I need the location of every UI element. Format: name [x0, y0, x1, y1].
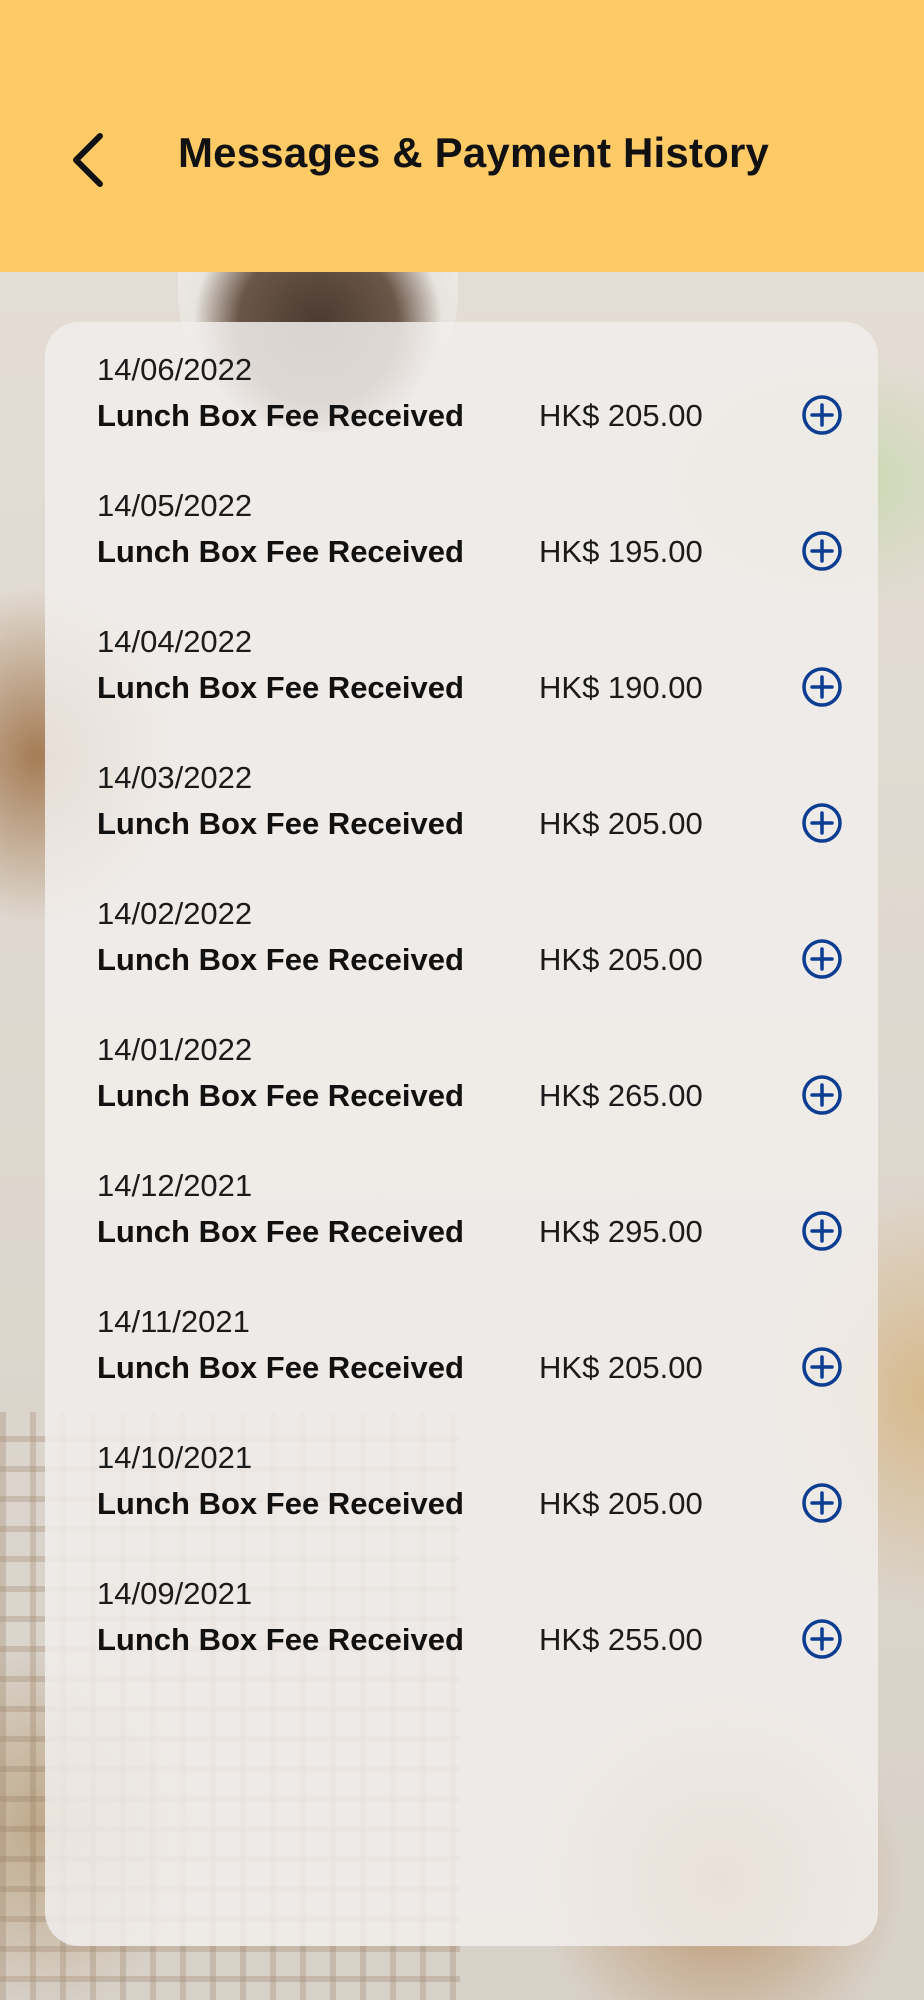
plus-circle-icon: [802, 667, 842, 707]
payment-row: 14/10/2021 Lunch Box Fee Received HK$ 205.…: [97, 1410, 857, 1523]
payment-title: Lunch Box Fee Received: [97, 806, 464, 841]
payment-date: 14/05/2022: [97, 488, 253, 523]
payment-amount: HK$ 205.00: [539, 398, 703, 433]
payment-title: Lunch Box Fee Received: [97, 670, 464, 705]
payment-title: Lunch Box Fee Received: [97, 1214, 464, 1249]
plus-circle-icon: [802, 1075, 842, 1115]
app-header: Messages & Payment History: [0, 0, 924, 272]
payment-title: Lunch Box Fee Received: [97, 1078, 464, 1113]
payment-amount: HK$ 255.00: [539, 1622, 703, 1657]
payment-title: Lunch Box Fee Received: [97, 942, 464, 977]
payment-row: 14/12/2021 Lunch Box Fee Received HK$ 295.…: [97, 1138, 857, 1251]
payment-row: 14/03/2022 Lunch Box Fee Received HK$ 205.…: [97, 730, 857, 843]
plus-circle-icon: [802, 1483, 842, 1523]
payment-date: 14/11/2021: [97, 1304, 250, 1339]
expand-details-button[interactable]: [801, 394, 843, 436]
expand-details-button[interactable]: [801, 938, 843, 980]
payment-date: 14/02/2022: [97, 896, 253, 931]
payment-row: 14/11/2021 Lunch Box Fee Received HK$ 205.…: [97, 1274, 857, 1387]
payment-amount: HK$ 195.00: [539, 534, 703, 569]
expand-details-button[interactable]: [801, 802, 843, 844]
payment-date: 14/04/2022: [97, 624, 253, 659]
payment-date: 14/09/2021: [97, 1576, 253, 1611]
expand-details-button[interactable]: [801, 530, 843, 572]
payment-date: 14/06/2022: [97, 352, 253, 387]
plus-circle-icon: [802, 1619, 842, 1659]
plus-circle-icon: [802, 939, 842, 979]
payment-row: 14/05/2022 Lunch Box Fee Received HK$ 195.…: [97, 458, 857, 571]
payment-title: Lunch Box Fee Received: [97, 398, 464, 433]
payment-amount: HK$ 205.00: [539, 942, 703, 977]
payment-amount: HK$ 205.00: [539, 1350, 703, 1385]
payment-amount: HK$ 205.00: [539, 806, 703, 841]
payment-row: 14/06/2022 Lunch Box Fee Received HK$ 205.…: [97, 322, 857, 435]
payment-amount: HK$ 205.00: [539, 1486, 703, 1521]
payment-date: 14/03/2022: [97, 760, 253, 795]
plus-circle-icon: [802, 1211, 842, 1251]
payment-date: 14/10/2021: [97, 1440, 253, 1475]
payment-amount: HK$ 190.00: [539, 670, 703, 705]
payment-amount: HK$ 295.00: [539, 1214, 703, 1249]
payment-history-card: 14/06/2022 Lunch Box Fee Received HK$ 205.…: [45, 322, 878, 1946]
page-title: Messages & Payment History: [178, 129, 770, 176]
payment-title: Lunch Box Fee Received: [97, 534, 464, 569]
payment-title: Lunch Box Fee Received: [97, 1622, 464, 1657]
payment-title: Lunch Box Fee Received: [97, 1486, 464, 1521]
back-button[interactable]: [58, 125, 118, 195]
chevron-left-icon: [73, 133, 103, 187]
expand-details-button[interactable]: [801, 1074, 843, 1116]
payment-row: 14/01/2022 Lunch Box Fee Received HK$ 265.…: [97, 1002, 857, 1115]
payment-date: 14/01/2022: [97, 1032, 253, 1067]
payment-amount: HK$ 265.00: [539, 1078, 703, 1113]
plus-circle-icon: [802, 803, 842, 843]
payment-row: 14/04/2022 Lunch Box Fee Received HK$ 190.…: [97, 594, 857, 707]
payment-row: 14/09/2021 Lunch Box Fee Received HK$ 255.…: [97, 1546, 857, 1659]
expand-details-button[interactable]: [801, 1482, 843, 1524]
plus-circle-icon: [802, 531, 842, 571]
expand-details-button[interactable]: [801, 1618, 843, 1660]
expand-details-button[interactable]: [801, 666, 843, 708]
payment-date: 14/12/2021: [97, 1168, 253, 1203]
plus-circle-icon: [802, 1347, 842, 1387]
plus-circle-icon: [802, 395, 842, 435]
expand-details-button[interactable]: [801, 1346, 843, 1388]
payment-row: 14/02/2022 Lunch Box Fee Received HK$ 205.…: [97, 866, 857, 979]
payment-title: Lunch Box Fee Received: [97, 1350, 464, 1385]
expand-details-button[interactable]: [801, 1210, 843, 1252]
